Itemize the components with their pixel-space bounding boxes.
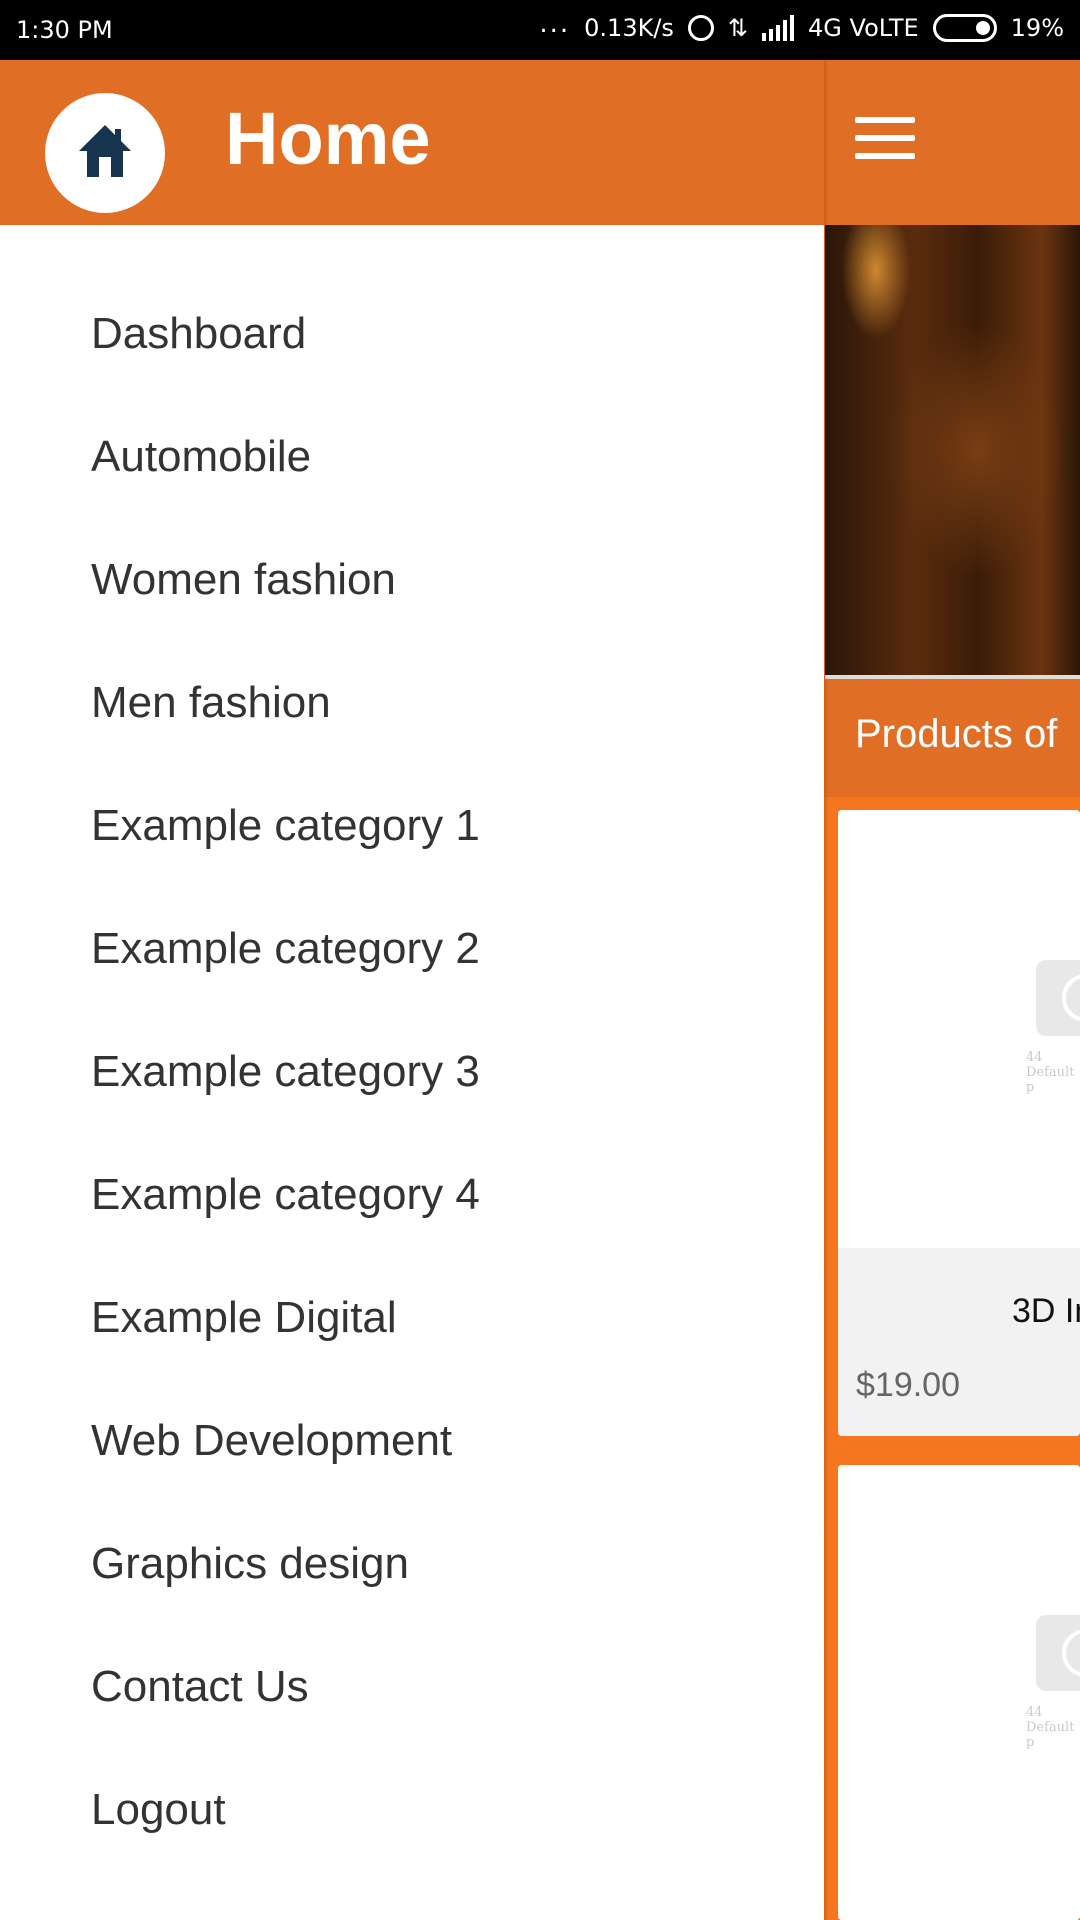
- menu-item-label: Example Digital: [91, 1293, 397, 1342]
- product-name: 3D In: [1012, 1292, 1080, 1330]
- menu-item-web-development[interactable]: Web Development: [0, 1407, 824, 1530]
- menu-item-dashboard[interactable]: Dashboard: [0, 300, 824, 423]
- battery-level: 19%: [1010, 14, 1064, 42]
- menu-item-label: Web Development: [91, 1416, 453, 1465]
- menu-item-graphics-design[interactable]: Graphics design: [0, 1530, 824, 1653]
- signal-icon: [762, 15, 795, 41]
- placeholder-caption: 44 Default p: [1026, 1705, 1075, 1750]
- menu-item-label: Dashboard: [91, 309, 307, 358]
- battery-icon: [932, 14, 997, 42]
- menu-item-label: Automobile: [91, 432, 312, 481]
- hero-banner-image[interactable]: [825, 225, 1080, 675]
- menu-item-label: Example category 2: [91, 924, 480, 973]
- product-price: $19.00: [856, 1366, 960, 1404]
- navigation-drawer: Home Dashboard Automobile Women fashion …: [0, 60, 824, 1920]
- product-info: [838, 1248, 1080, 1436]
- menu-item-label: Example category 3: [91, 1047, 480, 1096]
- status-time: 1:30 PM: [16, 16, 113, 44]
- camera-placeholder-icon: [1036, 960, 1080, 1036]
- more-notifications-icon: ...: [539, 9, 571, 39]
- home-icon: [79, 125, 131, 177]
- menu-item-men-fashion[interactable]: Men fashion: [0, 669, 824, 792]
- menu-item-label: Example category 1: [91, 801, 480, 850]
- menu-item-women-fashion[interactable]: Women fashion: [0, 546, 824, 669]
- placeholder-caption: 44 Default p: [1026, 1050, 1075, 1095]
- menu-item-label: Graphics design: [91, 1539, 409, 1588]
- product-card[interactable]: 44 Default p: [838, 1465, 1080, 1920]
- camera-placeholder-icon: [1036, 1615, 1080, 1691]
- menu-item-label: Contact Us: [91, 1662, 309, 1711]
- status-bar: 1:30 PM ... 0.13K/s ⇅ 4G VoLTE 19%: [0, 0, 1080, 60]
- menu-item-example-digital[interactable]: Example Digital: [0, 1284, 824, 1407]
- menu-item-example-category-2[interactable]: Example category 2: [0, 915, 824, 1038]
- home-avatar[interactable]: [45, 93, 165, 213]
- menu-item-label: Women fashion: [91, 555, 396, 604]
- product-image: 44 Default p: [838, 1465, 1080, 1920]
- menu-item-example-category-4[interactable]: Example category 4: [0, 1161, 824, 1284]
- menu-item-automobile[interactable]: Automobile: [0, 423, 824, 546]
- menu-item-contact-us[interactable]: Contact Us: [0, 1653, 824, 1776]
- product-card[interactable]: 44 Default p: [838, 810, 1080, 1436]
- menu-item-label: Logout: [91, 1785, 226, 1834]
- network-type: 4G VoLTE: [808, 14, 919, 42]
- menu-item-example-category-3[interactable]: Example category 3: [0, 1038, 824, 1161]
- data-transfer-icon: ⇅: [727, 14, 749, 42]
- menu-item-logout[interactable]: Logout: [0, 1776, 824, 1899]
- drawer-title: Home: [225, 97, 431, 180]
- alarm-icon: [687, 15, 714, 41]
- menu-item-example-category-1[interactable]: Example category 1: [0, 792, 824, 915]
- drawer-menu: Dashboard Automobile Women fashion Men f…: [0, 300, 824, 1899]
- menu-item-label: Men fashion: [91, 678, 331, 727]
- net-speed: 0.13K/s: [584, 14, 674, 42]
- products-section-title: Products of: [855, 712, 1058, 756]
- hamburger-menu-icon[interactable]: [855, 117, 915, 159]
- product-image: 44 Default p: [838, 810, 1080, 1248]
- drawer-header: Home: [0, 60, 824, 225]
- menu-item-label: Example category 4: [91, 1170, 480, 1219]
